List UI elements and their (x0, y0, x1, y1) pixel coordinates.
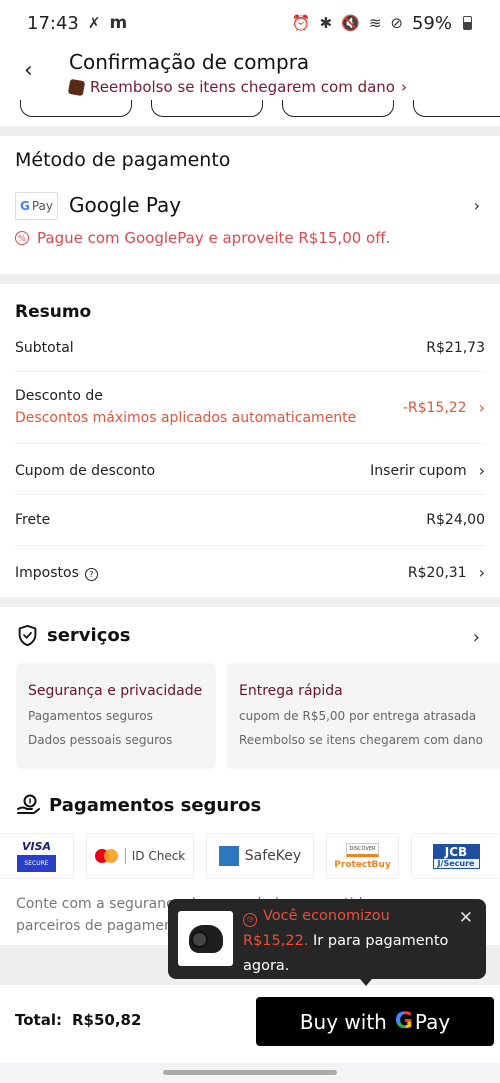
summary-row-coupon[interactable]: Cupom de desconto Inserir cupom › (15, 461, 485, 480)
battery-icon (463, 16, 472, 30)
checkout-bar: Total: R$50,82 Buy with G Pay (0, 985, 500, 1065)
mastercard-id-check-logo: ID Check (86, 833, 194, 879)
insert-coupon-button[interactable]: Inserir cupom › (370, 461, 485, 480)
summary-row-subtotal: Subtotal R$21,73 (15, 340, 485, 356)
system-nav-bar (0, 1063, 500, 1083)
row-label: Impostos? (15, 565, 98, 581)
status-bar: 17:43 ✗ m ⏰ ✱ 🔇 ≋ ⊘ 59% (0, 0, 500, 46)
service-card-delivery: Entrega rápida cupom de R$5,00 por entre… (227, 663, 500, 769)
package-icon (67, 78, 86, 96)
item-card-edge[interactable] (413, 100, 500, 117)
row-label: Subtotal (15, 340, 74, 356)
item-card-edge[interactable] (282, 100, 394, 117)
payment-method-heading: Método de pagamento (15, 149, 231, 171)
summary-section: Resumo Subtotal R$21,73 Desconto de Desc… (0, 284, 500, 597)
section-gap (0, 597, 500, 607)
refund-guarantee-link[interactable]: Reembolso se itens chegarem com dano › (67, 78, 407, 96)
divider (15, 494, 485, 495)
summary-row-discount[interactable]: Desconto de Descontos máximos aplicados … (15, 388, 485, 426)
payment-method-section: Método de pagamento G Pay Google Pay › % … (0, 136, 500, 274)
row-label: Desconto de (15, 388, 103, 404)
missed-call-icon: ✗ (87, 14, 101, 32)
summary-heading: Resumo (15, 302, 92, 322)
help-icon[interactable]: ? (84, 567, 98, 581)
scrolled-item-strip (0, 100, 500, 118)
service-card-line: Pagamentos seguros (28, 709, 153, 723)
chevron-right-icon: › (478, 563, 485, 582)
camera-product-image (188, 924, 223, 953)
page-title: Confirmação de compra (69, 50, 310, 74)
back-button[interactable]: ‹ (24, 58, 44, 83)
section-gap (0, 274, 500, 284)
battery-percent: 59% (411, 12, 452, 34)
service-card-security: Segurança e privacidade Pagamentos segur… (16, 663, 216, 769)
alarm-icon: ⏰ (291, 14, 311, 32)
row-label: Cupom de desconto (15, 462, 156, 479)
clock-icon: ◷ (243, 912, 257, 927)
service-card-title: Segurança e privacidade (28, 683, 203, 699)
amex-safekey-logo: SafeKey (206, 833, 314, 879)
row-value: R$21,73 (426, 340, 485, 356)
divider (15, 371, 485, 372)
total-label: Total: (15, 1011, 62, 1029)
wifi-icon: ≋ (368, 14, 382, 32)
service-card-line: cupom de R$5,00 por entrega atrasada (239, 709, 477, 723)
service-card-line: Reembolso se itens chegarem com dano (239, 733, 483, 747)
row-value: -R$15,22 › (402, 398, 485, 417)
m-app-icon: m (109, 13, 128, 33)
chevron-right-icon: › (478, 461, 485, 480)
total-value: R$50,82 (71, 1011, 142, 1029)
close-icon[interactable]: ✕ (459, 908, 473, 928)
do-not-disturb-icon: ⊘ (390, 14, 403, 32)
chevron-right-icon[interactable]: › (474, 196, 480, 215)
services-section: serviços › Segurança e privacidade Pagam… (0, 607, 500, 779)
app-header: ‹ Confirmação de compra Reembolso se ite… (0, 46, 500, 102)
home-gesture-handle[interactable] (163, 1070, 337, 1075)
discount-icon: % (15, 231, 29, 245)
visa-secure-logo: VISA SECURE (0, 833, 74, 879)
item-card-edge[interactable] (151, 100, 263, 117)
payment-method-name[interactable]: Google Pay (69, 193, 181, 217)
divider (15, 443, 485, 444)
mute-icon: 🔇 (341, 14, 360, 32)
payment-promo: % Pague com GooglePay e aproveite R$15,0… (15, 229, 390, 247)
secure-payments-heading: Pagamentos seguros (17, 794, 261, 816)
row-value: R$24,00 (426, 512, 485, 528)
row-sublabel: Descontos máximos aplicados automaticame… (15, 410, 357, 426)
chevron-right-icon: › (478, 398, 485, 417)
savings-toast[interactable]: ◷ Você economizou R$15,22. Ir para pagame… (168, 899, 486, 986)
google-g-icon: G (394, 1009, 413, 1034)
jcb-jsecure-logo: JCB J/Secure (411, 833, 500, 879)
service-card-line: Dados pessoais seguros (28, 733, 173, 747)
summary-row-shipping: Frete R$24,00 (15, 512, 485, 528)
divider (15, 545, 485, 546)
row-value: R$20,31 › (407, 563, 485, 582)
chevron-right-icon[interactable]: › (473, 627, 480, 648)
product-thumbnail (178, 911, 233, 966)
refund-link-text: Reembolso se itens chegarem com dano (90, 78, 395, 96)
order-total: Total: R$50,82 (15, 1011, 141, 1029)
bluetooth-icon: ✱ (319, 14, 333, 32)
buy-with-google-pay-button[interactable]: Buy with G Pay (256, 997, 494, 1046)
services-heading[interactable]: serviços (17, 624, 130, 647)
clock: 17:43 (27, 12, 79, 34)
item-card-edge[interactable] (20, 100, 132, 117)
hand-coin-icon (17, 794, 40, 814)
google-pay-logo: G Pay (15, 192, 58, 220)
promo-text: Pague com GooglePay e aproveite R$15,00 … (37, 229, 391, 247)
summary-row-taxes[interactable]: Impostos? R$20,31 › (15, 563, 485, 582)
section-gap (0, 126, 500, 136)
shield-check-icon (18, 624, 37, 647)
chevron-right-icon: › (400, 78, 407, 96)
row-label: Frete (15, 512, 51, 528)
service-card-title: Entrega rápida (239, 683, 343, 699)
discover-protectbuy-logo: DISCOVER ProtectBuy (326, 833, 399, 879)
toast-message: ◷ Você economizou R$15,22. Ir para pagame… (243, 908, 449, 974)
